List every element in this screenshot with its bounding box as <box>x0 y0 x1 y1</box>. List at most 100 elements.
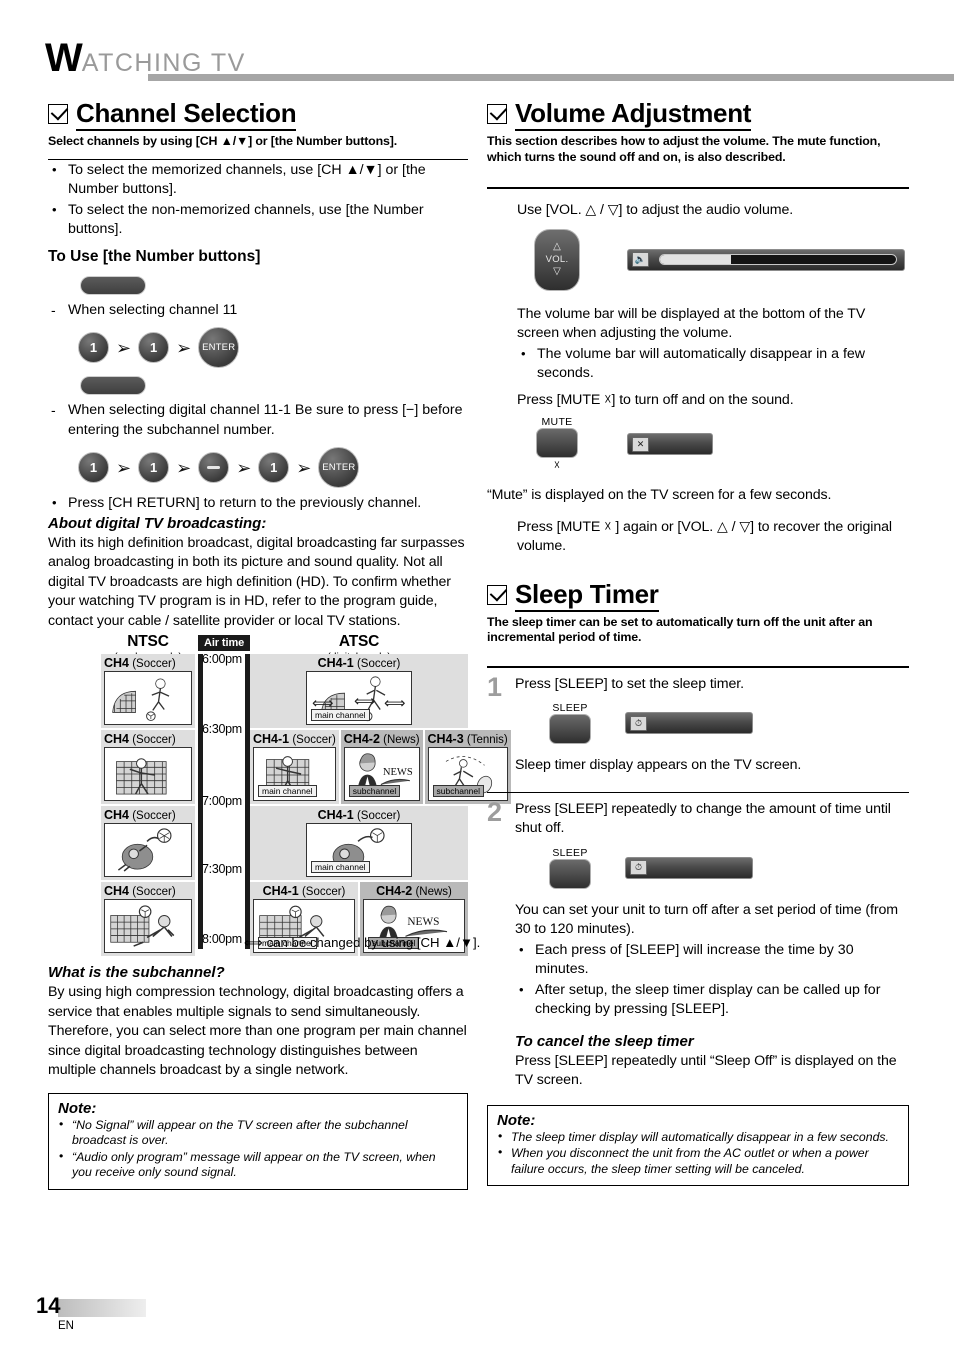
remote-key-1b[interactable]: 1 <box>138 452 170 483</box>
ntsc-title: NTSC <box>127 633 169 650</box>
mute-button-group: MUTE ☓ <box>536 416 578 472</box>
ch-return-text: Press [CH RETURN] to return to the previ… <box>68 495 422 511</box>
volume-use-line: Use [VOL. △ / ▽] to adjust the audio vol… <box>517 202 794 218</box>
time-tick: 8:00pm <box>202 932 242 946</box>
goalkeeper-illustration-icon <box>116 758 167 795</box>
note-text: The sleep timer display will automatical… <box>511 1129 889 1144</box>
case-2-list: When selecting digital channel 11-1 Be s… <box>48 401 468 440</box>
page-number: 14 <box>36 1293 61 1318</box>
cancel-sleep-heading: To cancel the sleep timer <box>515 1032 694 1050</box>
program-name: (Soccer) <box>292 734 336 746</box>
mute-button-caption: MUTE <box>541 416 573 428</box>
atsc-cell: CH4-1 (Soccer) main channel <box>250 806 468 880</box>
program-name: (Soccer) <box>132 658 176 670</box>
time-tick: 6:00pm <box>202 652 242 666</box>
divider <box>48 158 468 160</box>
mute-symbol-icon: ☓ <box>553 458 561 472</box>
page-header: WATCHING TV <box>45 38 954 81</box>
atsc-column: CH4-1 (Soccer) main channel CH4-1 (Socce… <box>250 654 511 958</box>
speaker-icon: 🔈 <box>632 252 649 267</box>
channel-name: CH4-2 <box>343 732 380 746</box>
step-body: Press [SLEEP] repeatedly to change the a… <box>515 800 909 1091</box>
ntsc-cell: CH4 (Soccer) <box>101 654 195 728</box>
step-after-text: You can set your unit to turn off after … <box>515 901 898 938</box>
sleep-button-group: SLEEP <box>549 847 591 889</box>
arrow-right-icon: ➢ <box>116 457 132 478</box>
subchannel-body: By using high compression technology, di… <box>48 984 467 1078</box>
digital-mode-badge <box>80 376 146 395</box>
section-subtitle: Select channels by using [CH ▲/▼] or [th… <box>48 134 398 148</box>
sleep-button-caption: SLEEP <box>552 846 588 859</box>
channel-tag: subchannel <box>432 785 485 797</box>
bullet-text: The volume bar will automatically disapp… <box>537 345 866 382</box>
sleep-button[interactable] <box>549 714 591 744</box>
remote-key-enter[interactable]: ENTER <box>318 447 360 488</box>
note-title: Note: <box>497 1111 536 1129</box>
note-list: The sleep timer display will automatical… <box>497 1129 899 1178</box>
volume-illustration-row: △ VOL. ▽ 🔈 <box>487 228 909 291</box>
sleep-button-caption: SLEEP <box>552 702 588 714</box>
volume-track <box>659 254 897 265</box>
ntsc-cell: CH4 (Soccer) <box>101 730 195 804</box>
about-digital-body: With its high definition broadcast, digi… <box>48 534 465 629</box>
arrow-right-icon: ➢ <box>116 337 132 358</box>
arrow-right-icon: ➢ <box>236 457 252 478</box>
channel-name: CH4-1 <box>253 732 290 746</box>
mute-illustration-row: MUTE ☓ ✕ <box>487 416 909 472</box>
mute-line: Press [MUTE ☓] to turn off and on the so… <box>517 391 794 408</box>
volume-fill <box>660 255 731 264</box>
list-item: Press [CH RETURN] to return to the previ… <box>48 493 468 514</box>
remote-key-1c[interactable]: 1 <box>258 452 290 483</box>
left-column: Channel Selection Select channels by usi… <box>48 98 511 1190</box>
note-title: Note: <box>58 1099 97 1117</box>
remote-key-1b[interactable]: 1 <box>138 332 170 363</box>
arrow-right-icon: ➢ <box>176 337 192 358</box>
volume-rocker-button[interactable]: △ VOL. ▽ <box>534 228 580 291</box>
mute-button[interactable] <box>536 428 578 458</box>
time-tick: 7:00pm <box>202 794 242 808</box>
step-body: Press [SLEEP] to set the sleep timer. SL… <box>515 675 909 776</box>
diving-save-illustration-icon <box>117 828 172 872</box>
remote-key-1[interactable]: 1 <box>78 452 109 483</box>
atsc-cell: CH4-1 (Soccer) main channel <box>250 654 468 728</box>
ntsc-cell: CH4 (Soccer) <box>101 882 195 956</box>
time-tick: 6:30pm <box>202 722 242 736</box>
osd-sleep-bar: ⏱ <box>625 856 753 879</box>
volume-up-icon: △ <box>553 241 561 252</box>
mute-recover-line: Press [MUTE ☓ ] again or [VOL. △ / ▽] to… <box>517 518 892 555</box>
header-rule <box>148 74 954 81</box>
ch-return-list: Press [CH RETURN] to return to the previ… <box>48 493 468 514</box>
goal-net-illustration-icon <box>110 905 175 947</box>
sleep-button-group: SLEEP <box>549 702 591 744</box>
channel-name: CH4-2 <box>376 884 413 898</box>
remote-key-enter[interactable]: ENTER <box>198 327 240 368</box>
sleep-button[interactable] <box>549 858 591 889</box>
step-after-text: Sleep timer display appears on the TV sc… <box>515 757 802 773</box>
note-text: “Audio only program” message will appear… <box>72 1149 436 1180</box>
section-subtitle: This section describes how to adjust the… <box>487 134 881 164</box>
atsc-cell: CH4-2 (News) NEWS subchannel <box>340 730 423 804</box>
sleep-bullets: Each press of [SLEEP] will increase the … <box>515 940 909 1020</box>
subchannel-heading: What is the subchannel? <box>48 964 225 981</box>
channel-tag: main channel <box>258 785 317 797</box>
bullet-text: To select the non-memorized channels, us… <box>68 201 424 238</box>
atsc-cell-label: CH4-1 (Soccer) <box>253 808 465 823</box>
channel-name: CH4-1 <box>317 808 354 822</box>
note-text: When you disconnect the unit from the AC… <box>511 1146 869 1176</box>
swap-arrow-icon: ⟺ <box>312 695 334 712</box>
program-name: (News) <box>415 886 452 898</box>
atsc-cell-label: CH4-2 (News) <box>344 732 420 747</box>
bullet-text: After setup, the sleep timer display can… <box>535 981 881 1018</box>
remote-key-dash[interactable] <box>198 452 230 483</box>
ntsc-cell: CH4 (Soccer) <box>101 806 195 880</box>
vol-rocker-wrap: △ VOL. ▽ <box>487 228 627 291</box>
remote-key-1[interactable]: 1 <box>78 332 109 363</box>
case-2-text: When selecting digital channel 11-1 Be s… <box>68 402 463 438</box>
step-text: Press [SLEEP] to set the sleep timer. <box>515 675 744 692</box>
channel-name: CH4 <box>104 656 130 670</box>
program-name: (News) <box>383 734 420 746</box>
checkbox-icon <box>487 104 507 124</box>
note-box-left: Note: “No Signal” will appear on the TV … <box>48 1092 468 1190</box>
list-item: After setup, the sleep timer display can… <box>515 980 909 1020</box>
atsc-title: ATSC <box>338 633 380 650</box>
